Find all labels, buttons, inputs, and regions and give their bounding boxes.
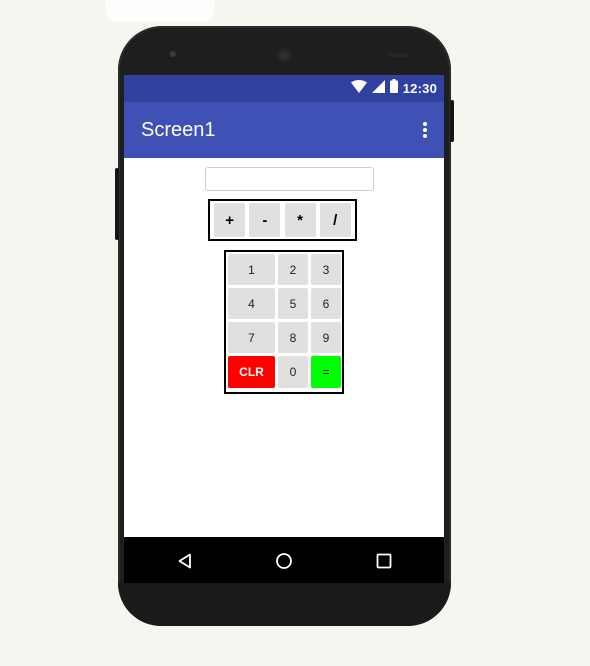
screen-title: Screen1 <box>141 119 216 141</box>
digit-6-button[interactable]: 6 <box>311 288 341 319</box>
digit-8-button[interactable]: 8 <box>278 322 308 353</box>
phone-chin <box>118 583 451 626</box>
digit-1-button[interactable]: 1 <box>228 254 275 285</box>
screen-content: + - * / 1 2 3 4 5 6 7 8 9 CLR 0 = <box>124 158 444 537</box>
front-camera <box>277 48 292 63</box>
proximity-sensor <box>388 53 408 57</box>
operator-row: + - * / <box>208 199 357 241</box>
more-vert-icon[interactable] <box>418 118 432 142</box>
plus-button[interactable]: + <box>214 203 246 237</box>
calculator-display-input[interactable] <box>205 167 374 191</box>
home-icon[interactable] <box>272 549 296 573</box>
clear-button[interactable]: CLR <box>228 356 275 388</box>
digit-7-button[interactable]: 7 <box>228 322 275 353</box>
digit-5-button[interactable]: 5 <box>278 288 308 319</box>
number-keypad: 1 2 3 4 5 6 7 8 9 CLR 0 = <box>224 250 344 394</box>
divide-button[interactable]: / <box>319 203 351 237</box>
digit-0-button[interactable]: 0 <box>278 356 308 388</box>
battery-icon <box>389 79 398 98</box>
back-icon[interactable] <box>173 549 197 573</box>
multiply-button[interactable]: * <box>284 203 316 237</box>
device-screen: 12:30 Screen1 + - * / 1 2 3 4 5 6 7 8 9 … <box>124 75 444 583</box>
status-bar: 12:30 <box>124 75 444 102</box>
minus-button[interactable]: - <box>249 203 281 237</box>
equals-button[interactable]: = <box>311 356 341 388</box>
digit-9-button[interactable]: 9 <box>311 322 341 353</box>
volume-button <box>115 168 119 240</box>
digit-2-button[interactable]: 2 <box>278 254 308 285</box>
digit-4-button[interactable]: 4 <box>228 288 275 319</box>
background-patch <box>105 0 215 22</box>
power-button <box>450 100 454 142</box>
digit-3-button[interactable]: 3 <box>311 254 341 285</box>
status-time: 12:30 <box>402 81 437 96</box>
navigation-bar <box>124 537 444 583</box>
wifi-icon <box>350 79 367 98</box>
cell-signal-icon <box>371 79 385 98</box>
recents-icon[interactable] <box>372 549 396 573</box>
front-sensor-dot <box>170 51 176 57</box>
app-bar: Screen1 <box>124 102 444 158</box>
